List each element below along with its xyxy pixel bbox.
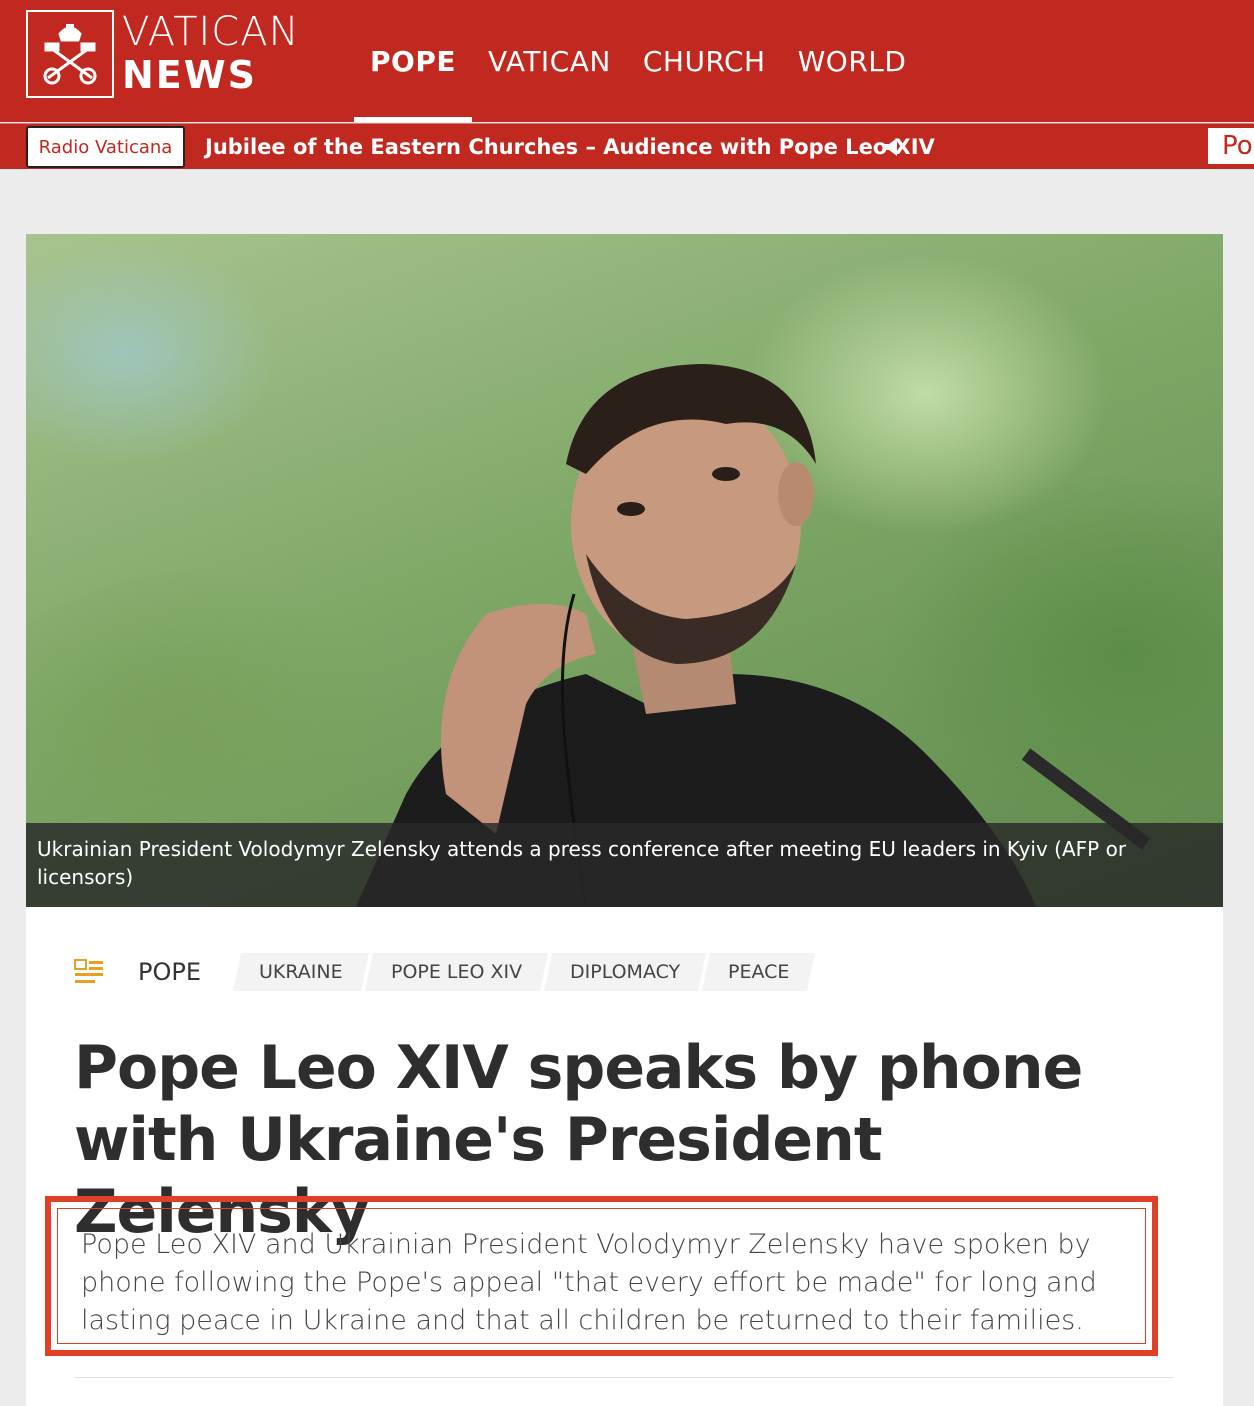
logo-wordmark-bottom: NEWS bbox=[122, 53, 258, 97]
main-nav: POPE VATICAN CHURCH WORLD bbox=[354, 0, 922, 122]
radio-ticker: Radio Vaticana Jubilee of the Eastern Ch… bbox=[0, 123, 1254, 169]
article-body: POPE UKRAINE POPE LEO XIV DIPLOMACY PEAC… bbox=[26, 907, 1223, 1406]
tag-pope-leo-xiv[interactable]: POPE LEO XIV bbox=[364, 953, 548, 991]
hero-caption: Ukrainian President Volodymyr Zelensky a… bbox=[26, 823, 1223, 907]
nav-item-church[interactable]: CHURCH bbox=[627, 0, 782, 122]
site-header: VATICAN NEWS POPE VATICAN CHURCH WORLD bbox=[0, 0, 1254, 122]
now-playing-link[interactable]: Jubilee of the Eastern Churches – Audien… bbox=[205, 124, 935, 170]
tag-ukraine[interactable]: UKRAINE bbox=[232, 953, 369, 991]
tag-peace[interactable]: PEACE bbox=[701, 953, 816, 991]
hero-image: Ukrainian President Volodymyr Zelensky a… bbox=[26, 234, 1223, 907]
radio-vaticana-button[interactable]: Radio Vaticana bbox=[26, 126, 185, 168]
nav-item-world[interactable]: WORLD bbox=[782, 0, 923, 122]
site-logo-link[interactable]: VATICAN NEWS bbox=[26, 10, 300, 98]
tag-label: PEACE bbox=[727, 961, 790, 983]
highlighted-summary-box: Pope Leo XIV and Ukrainian President Vol… bbox=[45, 1196, 1158, 1356]
president-photo bbox=[356, 364, 1151, 907]
tag-label: DIPLOMACY bbox=[569, 961, 680, 983]
vatican-emblem-icon bbox=[26, 10, 114, 98]
ticker-next-item[interactable]: Po bbox=[1208, 128, 1254, 164]
speaker-icon[interactable] bbox=[882, 135, 902, 159]
nav-item-vatican[interactable]: VATICAN bbox=[472, 0, 627, 122]
article-summary: Pope Leo XIV and Ukrainian President Vol… bbox=[81, 1229, 1097, 1336]
tags-row: POPE UKRAINE POPE LEO XIV DIPLOMACY PEAC… bbox=[74, 953, 816, 991]
category-icon bbox=[74, 959, 103, 983]
tag-label: UKRAINE bbox=[259, 961, 343, 983]
category-link[interactable]: POPE bbox=[138, 958, 201, 986]
nav-item-pope[interactable]: POPE bbox=[354, 0, 472, 122]
tag-diplomacy[interactable]: DIPLOMACY bbox=[543, 953, 706, 991]
logo-wordmark-top: VATICAN bbox=[122, 9, 300, 55]
tag-label: POPE LEO XIV bbox=[390, 961, 522, 983]
divider bbox=[74, 1377, 1174, 1378]
